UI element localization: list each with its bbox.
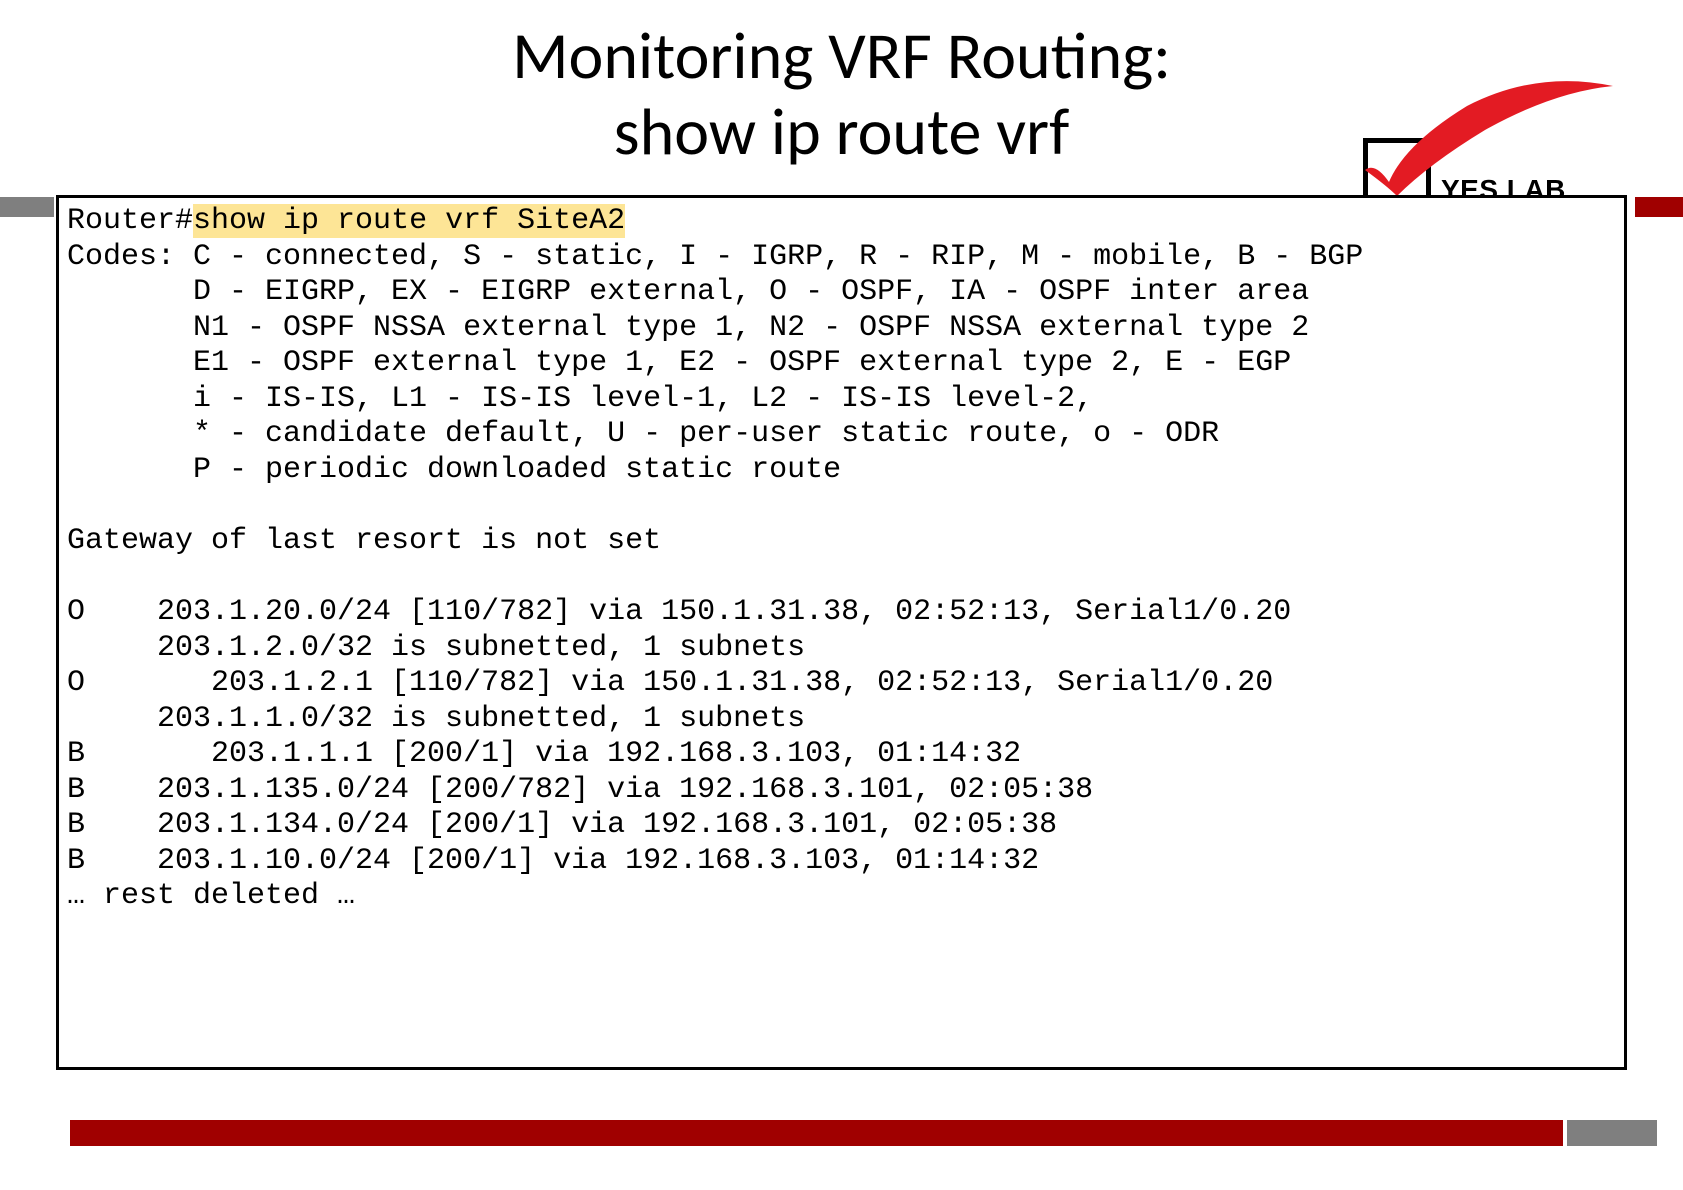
terminal-output-box: Router#show ip route vrf SiteA2 Codes: C… — [56, 195, 1627, 1070]
footer-bar — [0, 1120, 1683, 1146]
decoration-bar-right — [1635, 197, 1683, 217]
title-line-2: show ip route vrf — [614, 91, 1069, 172]
decoration-bar-left — [0, 197, 54, 217]
footer-red-bar — [70, 1120, 1563, 1146]
prompt: Router# — [67, 204, 193, 238]
footer-grey-bar — [1567, 1120, 1657, 1146]
terminal-output: Router#show ip route vrf SiteA2 Codes: C… — [67, 204, 1616, 915]
command-highlight: show ip route vrf SiteA2 — [193, 204, 625, 238]
yeslab-logo: YES LAB — [1363, 70, 1623, 200]
slide: Monitoring VRF Routing: show ip route vr… — [0, 0, 1683, 1190]
title-line-1: Monitoring VRF Routing: — [512, 15, 1171, 96]
